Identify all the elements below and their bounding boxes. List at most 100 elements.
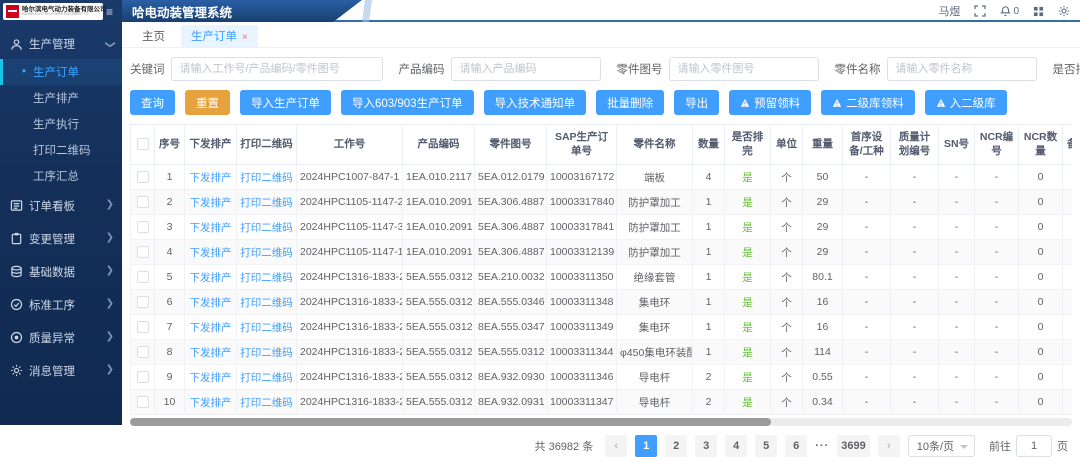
sidebar-subitem[interactable]: 打印二维码 (0, 137, 122, 163)
toolbar-button-5[interactable]: 批量删除 (596, 90, 664, 115)
sidebar-subitem[interactable]: 工序汇总 (0, 163, 122, 189)
toolbar-button-8[interactable]: 二级库领料 (821, 90, 915, 115)
send-to-schedule-link[interactable]: 下发排产 (190, 172, 232, 184)
board-icon (10, 199, 23, 212)
row-checkbox[interactable] (137, 346, 149, 358)
print-qrcode-link[interactable]: 打印二维码 (240, 322, 293, 334)
print-qrcode-link[interactable]: 打印二维码 (240, 397, 293, 409)
sidebar-item-group-2[interactable]: 变更管理❯ (0, 222, 122, 255)
finished-flag: 是 (742, 297, 753, 309)
sidebar-item-group-1[interactable]: 订单看板❯ (0, 189, 122, 222)
print-qrcode-link[interactable]: 打印二维码 (240, 172, 293, 184)
column-header-0: 序号 (155, 125, 185, 165)
row-checkbox[interactable] (137, 321, 149, 333)
pagination-page-3699[interactable]: 3699 (837, 435, 869, 457)
table-row: 5下发排产打印二维码2024HPC1316-1833-25EA.555.0312… (131, 265, 1073, 290)
row-checkbox[interactable] (137, 221, 149, 233)
send-to-schedule-link[interactable]: 下发排产 (190, 247, 232, 259)
toolbar-button-3[interactable]: 导入603/903生产订单 (341, 90, 474, 115)
print-qrcode-link[interactable]: 打印二维码 (240, 197, 293, 209)
print-qrcode-link[interactable]: 打印二维码 (240, 372, 293, 384)
sidebar-item-production-management[interactable]: 生产管理❯ (0, 29, 122, 59)
row-checkbox[interactable] (137, 246, 149, 258)
cell-seq: 3 (155, 215, 185, 240)
sidebar-subitem[interactable]: 生产排产 (0, 85, 122, 111)
print-qrcode-link[interactable]: 打印二维码 (240, 222, 293, 234)
pagination-page-5[interactable]: 5 (755, 435, 777, 457)
filter-input-1[interactable] (451, 57, 601, 81)
pagination-page-6[interactable]: 6 (785, 435, 807, 457)
fullscreen-icon[interactable] (974, 5, 986, 17)
settings-gear-icon[interactable] (1058, 5, 1070, 17)
send-to-schedule-link[interactable]: 下发排产 (190, 347, 232, 359)
filter-input-2[interactable] (669, 57, 819, 81)
jump-page-input[interactable] (1016, 435, 1052, 457)
cell-send: 下发排产 (185, 340, 237, 365)
pagination-next-button[interactable]: › (878, 435, 900, 457)
print-qrcode-link[interactable]: 打印二维码 (240, 297, 293, 309)
sidebar-menu: 生产管理❯•生产订单生产排产生产执行打印二维码工序汇总订单看板❯变更管理❯基础数… (0, 29, 122, 387)
sidebar-item-group-5[interactable]: 质量异常❯ (0, 321, 122, 354)
row-checkbox[interactable] (137, 196, 149, 208)
row-checkbox[interactable] (137, 296, 149, 308)
finished-flag: 是 (742, 347, 753, 359)
apps-grid-icon[interactable] (1033, 6, 1044, 17)
cell-send: 下发排产 (185, 315, 237, 340)
sidebar: 哈尔滨电气动力装备有限公司 HARBIN ELECTRIC POWER EQUI… (0, 0, 122, 425)
toolbar-button-2[interactable]: 导入生产订单 (240, 90, 331, 115)
toolbar-button-9[interactable]: 入二级库 (925, 90, 1007, 115)
pagination-page-2[interactable]: 2 (665, 435, 687, 457)
notification-bell-icon[interactable]: 0 (1000, 5, 1019, 17)
sidebar-item-group-3[interactable]: 基础数据❯ (0, 255, 122, 288)
send-to-schedule-link[interactable]: 下发排产 (190, 222, 232, 234)
send-to-schedule-link[interactable]: 下发排产 (190, 297, 232, 309)
row-checkbox[interactable] (137, 396, 149, 408)
toolbar-button-0[interactable]: 查询 (130, 90, 175, 115)
sidebar-item-group-4[interactable]: 标准工序❯ (0, 288, 122, 321)
active-bullet: • (22, 66, 26, 78)
filter-input-3[interactable] (887, 57, 1037, 81)
send-to-schedule-link[interactable]: 下发排产 (190, 272, 232, 284)
company-logo: 哈尔滨电气动力装备有限公司 HARBIN ELECTRIC POWER EQUI… (3, 3, 103, 20)
toolbar-button-6[interactable]: 导出 (674, 90, 719, 115)
print-qrcode-link[interactable]: 打印二维码 (240, 272, 293, 284)
send-to-schedule-link[interactable]: 下发排产 (190, 397, 232, 409)
pagination-page-1[interactable]: 1 (635, 435, 657, 457)
pagination-page-4[interactable]: 4 (725, 435, 747, 457)
filter-item-2: 零件图号 (617, 57, 819, 81)
row-checkbox[interactable] (137, 271, 149, 283)
pagination-ellipsis[interactable]: ··· (815, 440, 829, 452)
page-size-select[interactable]: 10条/页 (908, 435, 975, 457)
cell-part_name: 防护罩加工 (617, 215, 693, 240)
close-icon[interactable]: × (242, 32, 248, 43)
row-checkbox[interactable] (137, 371, 149, 383)
sidebar-subitem[interactable]: •生产订单 (0, 59, 122, 85)
cell-part_name: 绝缘套管 (617, 265, 693, 290)
select-all-checkbox[interactable] (137, 138, 149, 150)
sidebar-collapse-icon[interactable]: ≡ (106, 5, 113, 19)
row-checkbox[interactable] (137, 171, 149, 183)
pagination-page-3[interactable]: 3 (695, 435, 717, 457)
cell-finished: 是 (725, 265, 771, 290)
send-to-schedule-link[interactable]: 下发排产 (190, 197, 232, 209)
tab-0[interactable]: 主页 (132, 25, 175, 47)
send-to-schedule-link[interactable]: 下发排产 (190, 322, 232, 334)
toolbar-button-7[interactable]: 预留领料 (729, 90, 811, 115)
print-qrcode-link[interactable]: 打印二维码 (240, 247, 293, 259)
toolbar-button-4[interactable]: 导入技术通知单 (484, 90, 587, 115)
toolbar-button-1[interactable]: 重置 (185, 90, 230, 115)
target-icon (10, 331, 23, 344)
cell-print: 打印二维码 (237, 240, 297, 265)
tab-1[interactable]: 生产订单× (181, 25, 258, 47)
sidebar-item-group-6[interactable]: 消息管理❯ (0, 354, 122, 387)
alert-icon (832, 98, 842, 108)
cell-weight: 80.1 (803, 265, 843, 290)
filter-input-0[interactable] (171, 57, 383, 81)
cell-send: 下发排产 (185, 215, 237, 240)
cell-qty: 1 (693, 215, 725, 240)
user-name[interactable]: 马煜 (938, 3, 960, 19)
print-qrcode-link[interactable]: 打印二维码 (240, 347, 293, 359)
send-to-schedule-link[interactable]: 下发排产 (190, 372, 232, 384)
pagination-prev-button[interactable]: ‹ (605, 435, 627, 457)
sidebar-subitem[interactable]: 生产执行 (0, 111, 122, 137)
